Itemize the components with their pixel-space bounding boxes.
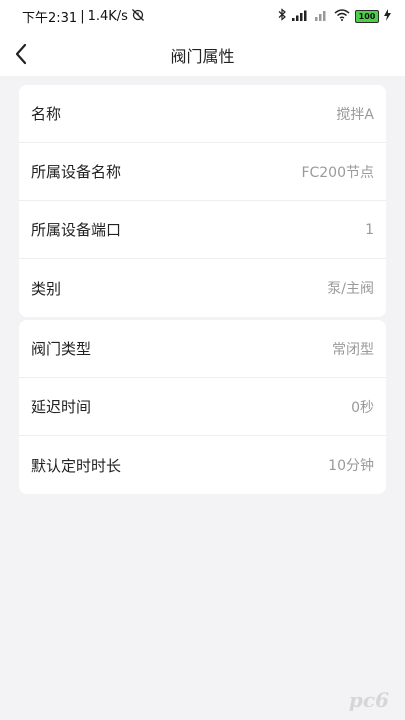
status-left: 下午2:31 | 1.4K/s	[22, 7, 145, 26]
bluetooth-icon	[278, 8, 287, 25]
list-item-valve-type[interactable]: 阀门类型 常闭型	[19, 320, 386, 378]
row-value: 搅拌A	[336, 106, 374, 123]
row-value: 泵/主阀	[327, 281, 374, 297]
signal-icon-2	[315, 9, 329, 25]
status-right: 100	[278, 8, 391, 25]
signal-icon	[292, 9, 310, 25]
row-label: 所属设备端口	[31, 221, 122, 239]
battery-icon: 100	[355, 10, 379, 23]
list-item-delay-time[interactable]: 延迟时间 0秒	[19, 378, 386, 436]
row-label: 默认定时时长	[31, 456, 122, 475]
row-value: 常闭型	[332, 341, 374, 358]
list-item-category[interactable]: 类别 泵/主阀	[19, 259, 386, 317]
row-label: 延迟时间	[31, 398, 92, 416]
row-value: 0秒	[351, 399, 374, 416]
status-time: 下午2:31	[22, 11, 78, 26]
list-item-device-name[interactable]: 所属设备名称 FC200节点	[19, 143, 386, 201]
list-item-default-duration[interactable]: 默认定时时长 10分钟	[19, 436, 386, 494]
row-value: 1	[365, 221, 374, 238]
properties-card-1: 名称 搅拌A 所属设备名称 FC200节点 所属设备端口 1 类别 泵/主阀	[19, 85, 386, 317]
status-network-speed: 1.4K/s	[87, 9, 128, 24]
charging-icon	[384, 8, 391, 25]
row-value: 10分钟	[328, 458, 374, 474]
watermark-logo: pc6	[348, 688, 389, 712]
row-label: 类别	[31, 279, 62, 298]
status-bar: 下午2:31 | 1.4K/s 100	[0, 0, 405, 32]
header: 阀门属性	[0, 32, 405, 76]
list-item-name[interactable]: 名称 搅拌A	[19, 85, 386, 143]
row-label: 阀门类型	[31, 340, 92, 358]
row-label: 名称	[31, 105, 62, 123]
list-item-device-port[interactable]: 所属设备端口 1	[19, 201, 386, 259]
properties-card-2: 阀门类型 常闭型 延迟时间 0秒 默认定时时长 10分钟	[19, 320, 386, 494]
row-label: 所属设备名称	[31, 163, 122, 181]
wifi-icon	[334, 8, 350, 25]
page-title: 阀门属性	[170, 47, 235, 66]
alarm-off-icon	[131, 8, 145, 26]
row-value: FC200节点	[301, 164, 374, 181]
status-separator: |	[80, 9, 85, 24]
